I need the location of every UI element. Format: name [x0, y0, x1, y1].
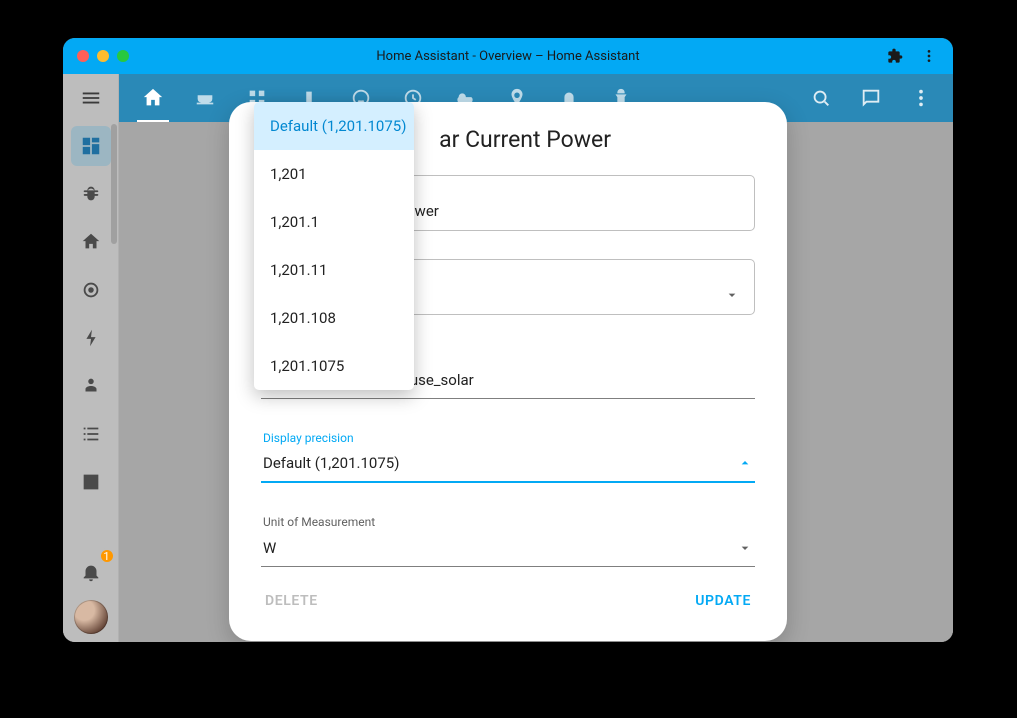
bug-icon — [71, 174, 111, 214]
traffic-lights — [63, 50, 129, 62]
dropdown-caret-icon — [737, 540, 753, 556]
gear-outline-icon — [71, 270, 111, 310]
dialog-title-text: ar Current Power — [439, 126, 611, 153]
window-titlebar: Home Assistant - Overview – Home Assista… — [63, 38, 953, 74]
main-area: ar Current Power ower — [119, 74, 953, 642]
unit-of-measurement-value: W — [263, 539, 276, 557]
app-window: Home Assistant - Overview – Home Assista… — [63, 38, 953, 642]
precision-option[interactable]: 1,201.108 — [254, 294, 414, 342]
tab-icon-1[interactable] — [129, 74, 177, 122]
precision-option[interactable]: 1,201.11 — [254, 246, 414, 294]
appbar-more-button[interactable] — [899, 74, 943, 122]
flash-icon — [71, 318, 111, 358]
appbar-chat-button[interactable] — [849, 74, 893, 122]
window-minimize-button[interactable] — [97, 50, 109, 62]
update-button[interactable]: UPDATE — [691, 585, 755, 617]
tab-icon-2[interactable] — [181, 74, 229, 122]
appbar-search-button[interactable] — [799, 74, 843, 122]
window-zoom-button[interactable] — [117, 50, 129, 62]
titlebar-more-icon[interactable] — [921, 48, 937, 64]
user-avatar[interactable] — [74, 600, 108, 634]
display-precision-field[interactable]: Display precision Default (1,201.1075) — [261, 427, 755, 483]
home-icon — [71, 222, 111, 262]
notifications-badge: 1 — [99, 548, 115, 564]
chart-icon — [71, 462, 111, 502]
dialog-actions: DELETE UPDATE — [261, 585, 755, 617]
account-marker-icon — [71, 366, 111, 406]
precision-option[interactable]: 1,201 — [254, 150, 414, 198]
unit-of-measurement-label: Unit of Measurement — [263, 515, 375, 529]
list-icon — [71, 414, 111, 454]
dashboard-icon — [71, 126, 111, 166]
extension-icon[interactable] — [887, 48, 903, 64]
sidebar-item-history[interactable] — [63, 458, 119, 506]
precision-option[interactable]: 1,201.1075 — [254, 342, 414, 390]
precision-option[interactable]: Default (1,201.1075) — [254, 102, 414, 150]
sidebar-menu-button[interactable] — [63, 74, 119, 122]
app-content: 1 — [63, 74, 953, 642]
display-precision-label: Display precision — [263, 431, 354, 445]
display-precision-value: Default (1,201.1075) — [263, 454, 399, 472]
display-precision-dropdown: Default (1,201.1075) 1,201 1,201.1 1,201… — [254, 102, 414, 390]
unit-of-measurement-field[interactable]: Unit of Measurement W — [261, 511, 755, 567]
delete-button[interactable]: DELETE — [261, 585, 322, 617]
sidebar: 1 — [63, 74, 119, 642]
sidebar-item-automation[interactable] — [63, 266, 119, 314]
notifications-button[interactable]: 1 — [71, 552, 111, 592]
sidebar-item-logbook[interactable] — [63, 410, 119, 458]
sidebar-item-energy[interactable] — [63, 314, 119, 362]
window-close-button[interactable] — [77, 50, 89, 62]
sidebar-item-map[interactable] — [63, 362, 119, 410]
dropdown-caret-up-icon — [737, 455, 753, 471]
window-title: Home Assistant - Overview – Home Assista… — [63, 49, 953, 64]
precision-option[interactable]: 1,201.1 — [254, 198, 414, 246]
titlebar-actions — [887, 48, 953, 64]
dropdown-caret-icon — [724, 287, 740, 303]
sidebar-scrollbar[interactable] — [111, 124, 117, 244]
